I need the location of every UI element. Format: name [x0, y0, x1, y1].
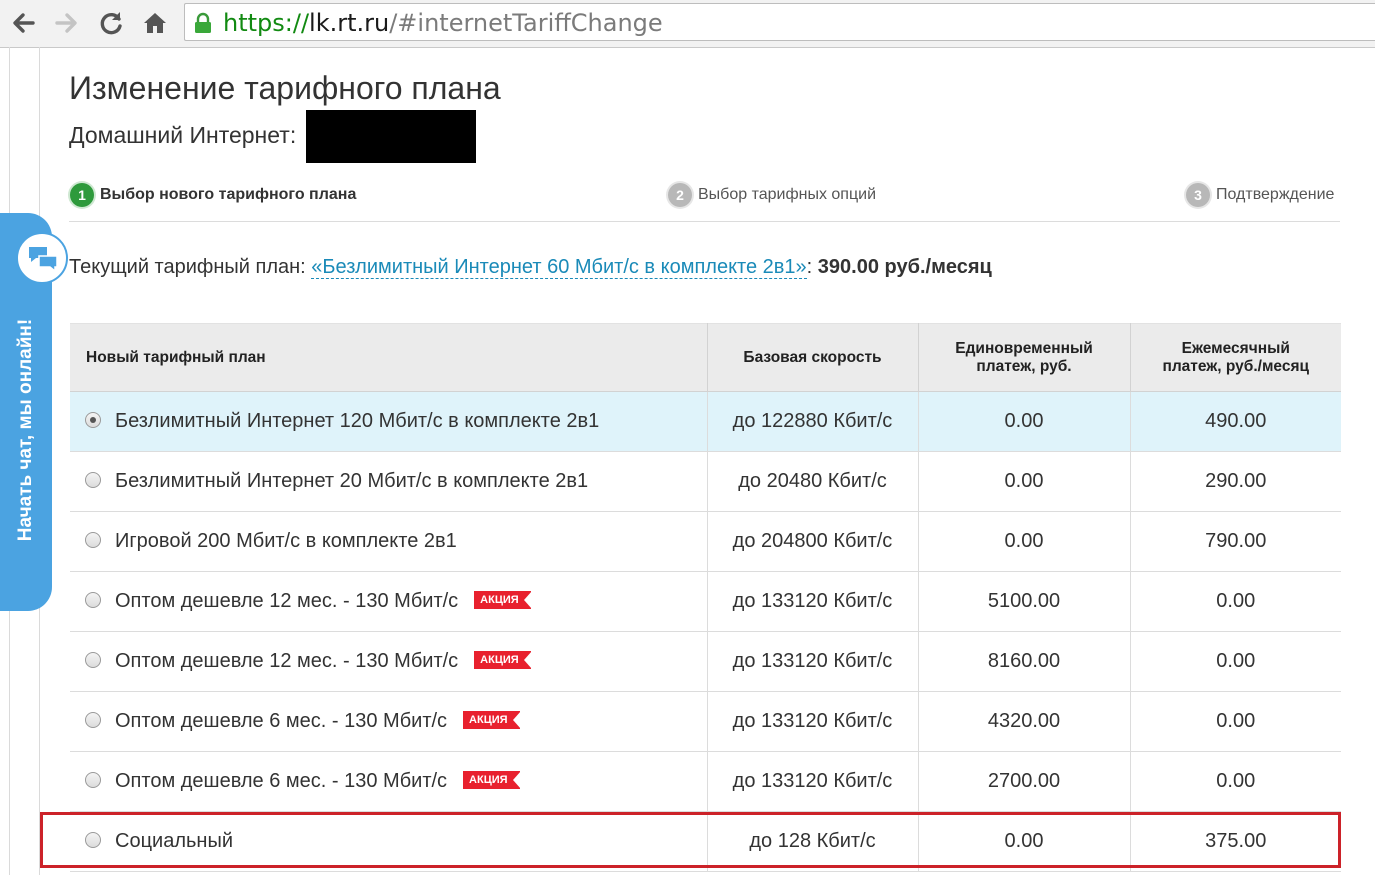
url-text: https://lk.rt.ru/#internetTariffChange: [223, 8, 663, 38]
plan-name: Безлимитный Интернет 20 Мбит/с в комплек…: [115, 470, 589, 492]
step-2-label: Выбор тарифных опций: [698, 186, 877, 203]
plan-radio[interactable]: [85, 651, 101, 668]
plan-speed: до 128 Кбит/с: [707, 811, 919, 872]
plan-speed: до 133120 Кбит/с: [707, 751, 919, 812]
promo-badge: АКЦИЯ: [463, 710, 521, 729]
current-plan-link[interactable]: «Безлимитный Интернет 60 Мбит/с в компле…: [311, 256, 807, 279]
plan-name: Оптом дешевле 12 мес. - 130 Мбит/с: [115, 650, 459, 672]
back-arrow-icon[interactable]: [8, 8, 38, 38]
step-2: 2 Выбор тарифных опций: [668, 183, 876, 209]
plan-speed: до 133120 Кбит/с: [707, 571, 919, 632]
address-bar[interactable]: https://lk.rt.ru/#internetTariffChange: [184, 3, 1375, 41]
plan-monthly: 0.00: [1130, 691, 1341, 752]
table-row[interactable]: Оптом дешевле 6 мес. - 130 Мбит/с АКЦИЯ д…: [70, 691, 1341, 752]
browser-toolbar: https://lk.rt.ru/#internetTariffChange: [0, 0, 1375, 48]
step-3: 3 Подтверждение: [1186, 183, 1334, 209]
chat-label[interactable]: Начать чат, мы онлайн!: [15, 319, 37, 541]
plan-monthly: 0.00: [1130, 571, 1341, 632]
plan-radio[interactable]: [85, 531, 101, 548]
step-2-number: 2: [668, 183, 692, 207]
plan-radio[interactable]: [85, 711, 101, 728]
table-row[interactable]: Оптом дешевле 12 мес. - 130 Мбит/с АКЦИЯ …: [70, 571, 1341, 632]
step-1: 1 Выбор нового тарифного плана: [70, 183, 356, 209]
current-plan-price: 390.00 руб./месяц: [817, 256, 992, 278]
plan-radio[interactable]: [85, 831, 101, 848]
current-plan: Текущий тарифный план: «Безлимитный Инте…: [69, 256, 992, 279]
plan-speed: до 122880 Кбит/с: [707, 391, 919, 452]
chat-bubble-icon[interactable]: [16, 232, 68, 284]
plan-one-time: 0.00: [918, 811, 1131, 872]
plan-radio[interactable]: [85, 591, 101, 608]
plan-monthly: 490.00: [1130, 391, 1341, 452]
home-icon[interactable]: [140, 8, 170, 38]
url-path: /#internetTariffChange: [389, 9, 663, 37]
plan-name: Оптом дешевле 6 мес. - 130 Мбит/с: [115, 770, 448, 792]
plan-speed: до 133120 Кбит/с: [707, 691, 919, 752]
table-row[interactable]: Безлимитный Интернет 20 Мбит/с в комплек…: [70, 451, 1341, 512]
promo-badge: АКЦИЯ: [474, 590, 532, 609]
plan-one-time: 0.00: [918, 391, 1131, 452]
plan-speed: до 133120 Кбит/с: [707, 631, 919, 692]
service-label: Домашний Интернет:: [69, 122, 297, 148]
plan-radio[interactable]: [85, 471, 101, 488]
promo-badge: АКЦИЯ: [474, 650, 532, 669]
table-row[interactable]: Социальный до 128 Кбит/с 0.00 375.00: [70, 811, 1341, 872]
plan-speed: до 20480 Кбит/с: [707, 451, 919, 512]
table-row[interactable]: Оптом дешевле 12 мес. - 130 Мбит/с АКЦИЯ …: [70, 631, 1341, 692]
promo-badge: АКЦИЯ: [463, 770, 521, 789]
step-1-number: 1: [70, 183, 94, 207]
lock-icon: [193, 12, 213, 34]
forward-arrow-icon[interactable]: [52, 8, 82, 38]
plan-name: Безлимитный Интернет 120 Мбит/с в компле…: [115, 410, 600, 432]
plan-monthly: 290.00: [1130, 451, 1341, 512]
header-one-time-line1: Единовременный: [955, 339, 1093, 357]
plan-monthly: 375.00: [1130, 811, 1341, 872]
plan-monthly: 790.00: [1130, 511, 1341, 572]
tariffs-table: Новый тарифный план Базовая скорость Еди…: [70, 323, 1341, 872]
steps-divider: [69, 221, 1340, 222]
plan-monthly: 0.00: [1130, 631, 1341, 692]
plan-name: Оптом дешевле 12 мес. - 130 Мбит/с: [115, 590, 459, 612]
step-1-label: Выбор нового тарифного плана: [100, 186, 357, 203]
header-plan: Новый тарифный план: [70, 323, 708, 392]
plan-one-time: 2700.00: [918, 751, 1131, 812]
plan-one-time: 5100.00: [918, 571, 1131, 632]
header-one-time: Единовременный платеж, руб.: [918, 323, 1131, 392]
current-plan-separator: :: [806, 256, 818, 278]
plan-radio-selected[interactable]: [85, 411, 101, 428]
page-title: Изменение тарифного плана: [69, 70, 501, 106]
header-one-time-line2: платеж, руб.: [976, 357, 1072, 375]
plan-monthly: 0.00: [1130, 751, 1341, 812]
plan-radio[interactable]: [85, 771, 101, 788]
url-scheme: https://: [223, 9, 310, 37]
header-monthly: Ежемесячный платеж, руб./месяц: [1130, 323, 1341, 392]
plan-one-time: 0.00: [918, 511, 1131, 572]
plan-name: Игровой 200 Мбит/с в комплекте 2в1: [115, 530, 457, 552]
plan-one-time: 4320.00: [918, 691, 1131, 752]
table-row[interactable]: Оптом дешевле 6 мес. - 130 Мбит/с АКЦИЯ д…: [70, 751, 1341, 812]
plan-speed: до 204800 Кбит/с: [707, 511, 919, 572]
url-host: lk.rt.ru: [309, 9, 390, 37]
table-row[interactable]: Игровой 200 Мбит/с в комплекте 2в1 до 20…: [70, 511, 1341, 572]
reload-icon[interactable]: [96, 8, 126, 38]
plan-name: Оптом дешевле 6 мес. - 130 Мбит/с: [115, 710, 448, 732]
plan-one-time: 8160.00: [918, 631, 1131, 692]
table-header-row: Новый тарифный план Базовая скорость Еди…: [70, 323, 1341, 392]
header-monthly-line2: платеж, руб./месяц: [1162, 357, 1310, 375]
plan-name: Социальный: [115, 830, 233, 852]
redacted-account-number: [306, 110, 476, 163]
current-plan-prefix: Текущий тарифный план:: [69, 256, 312, 278]
table-row[interactable]: Безлимитный Интернет 120 Мбит/с в компле…: [70, 391, 1341, 452]
plan-one-time: 0.00: [918, 451, 1131, 512]
step-3-label: Подтверждение: [1216, 186, 1335, 203]
step-3-number: 3: [1186, 183, 1210, 207]
header-speed: Базовая скорость: [707, 323, 919, 392]
header-monthly-line1: Ежемесячный: [1181, 339, 1290, 357]
